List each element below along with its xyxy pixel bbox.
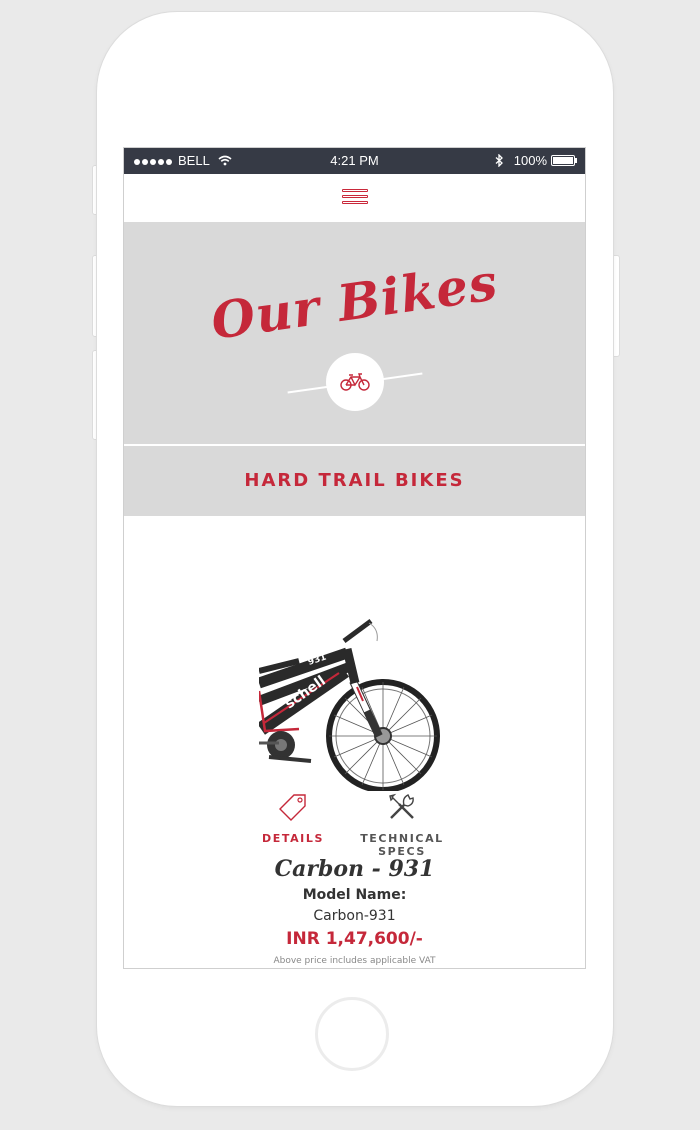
battery-percent: 100% (513, 153, 547, 168)
hero-banner: Our Bikes (124, 222, 585, 444)
category-heading: HARD TRAIL BIKES (124, 446, 585, 516)
power-button (612, 255, 620, 357)
product-price: INR 1,47,600/- (286, 929, 423, 949)
hamburger-menu-icon[interactable] (342, 189, 368, 209)
model-name-value: Carbon-931 (313, 908, 396, 924)
product-tabs: DETAILS TECHNICAL SPECS (124, 792, 585, 858)
price-note: Above price includes applicable VAT (273, 956, 436, 966)
status-bar: BELL 4:21 PM 100% (124, 148, 585, 174)
price-tag-icon (279, 794, 306, 821)
product-card: schell 931 DETAILS TECHNICAL SPECS Carbo… (124, 516, 585, 968)
hero-title: Our Bikes (207, 252, 502, 351)
bicycle-icon (340, 373, 370, 391)
home-button[interactable] (315, 997, 389, 1071)
phone-screen: BELL 4:21 PM 100% Our Bikes HARD TRAIL B… (123, 147, 586, 969)
bike-product-image: schell 931 (259, 618, 440, 791)
bluetooth-icon (495, 154, 503, 167)
tools-icon (389, 793, 414, 819)
top-navbar (124, 174, 585, 222)
tab-specs-label: TECHNICAL SPECS (360, 832, 444, 858)
tab-details-label: DETAILS (261, 832, 325, 845)
battery-icon (551, 155, 577, 166)
tab-technical-specs[interactable]: TECHNICAL SPECS (338, 792, 466, 858)
model-name-label: Model Name: (302, 887, 407, 903)
product-name: Carbon - 931 (274, 856, 435, 882)
bike-badge (326, 353, 384, 411)
tab-details[interactable]: DETAILS (256, 792, 330, 845)
